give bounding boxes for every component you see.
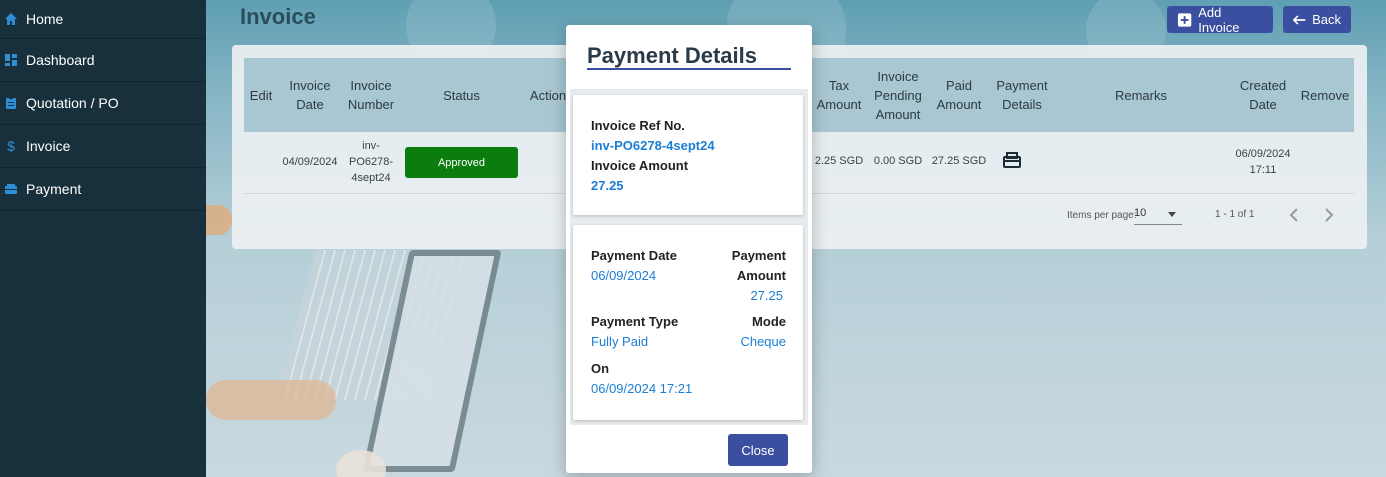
page-range-label: 1 - 1 of 1 [1215,209,1255,220]
payment-type-value: Fully Paid [591,334,649,349]
payment-info-panel: Payment Date 06/09/2024 Payment Amount 2… [573,225,803,420]
sidebar-item-payment[interactable]: Payment [0,168,206,211]
cell-paid-amount: 27.25 SGD [931,155,987,167]
column-header-tax-amount[interactable]: Tax Amount [812,58,866,132]
arrow-left-icon [1293,14,1306,25]
column-header-status[interactable]: Status [405,58,518,132]
dashboard-icon [4,53,18,67]
previous-page-button[interactable] [1284,205,1304,225]
column-header-edit: Edit [249,87,273,103]
payment-icon [4,182,18,196]
invoice-amount-label: Invoice Amount [591,158,689,173]
items-per-page-value: 10 [1134,207,1147,219]
back-label: Back [1312,12,1341,27]
sidebar-item-label: Payment [26,181,82,197]
payment-amount-label-line2: Amount [736,268,786,283]
payment-date-label: Payment Date [591,248,677,263]
cell-invoice-number: inv- PO6278- 4sept24 [348,140,394,184]
dollar-icon: $ [7,138,15,154]
invoice-amount-value: 27.25 [591,178,624,193]
column-header-action: Action [529,87,567,103]
mode-value: Cheque [740,334,786,349]
dialog-title: Payment Details [587,43,757,68]
mode-label: Mode [752,314,786,329]
cell-created-date: 06/09/2024 17:11 [1235,148,1291,176]
cell-invoice-date: 04/09/2024 [282,156,338,168]
payment-amount-label: Payment [731,248,786,263]
sidebar-item-invoice[interactable]: $ Invoice [0,125,206,168]
status-badge: Approved [405,147,518,178]
next-page-button[interactable] [1319,205,1339,225]
invoice-ref-label: Invoice Ref No. [591,118,685,133]
column-header-pending-amount[interactable]: Invoice Pending Amount [870,58,926,132]
hand-illustration [206,380,336,420]
sidebar-item-label: Dashboard [26,52,95,68]
column-header-remove: Remove [1300,87,1350,103]
close-button[interactable]: Close [728,434,788,466]
sidebar-item-label: Invoice [26,138,71,154]
add-invoice-label: Add Invoice [1198,4,1240,35]
chevron-right-icon [1325,208,1334,222]
column-header-paid-amount[interactable]: Paid Amount [930,58,988,132]
add-box-icon [1177,12,1192,27]
clipboard-icon [4,96,18,110]
chevron-down-icon [1168,212,1176,217]
column-header-invoice-number[interactable]: Invoice Number [340,58,402,132]
title-underline [587,68,791,70]
invoice-ref-value: inv-PO6278-4sept24 [591,138,715,153]
on-value: 06/09/2024 17:21 [591,381,693,396]
payment-amount-value: 27.25 [750,288,783,303]
add-invoice-button[interactable]: Add Invoice [1167,4,1273,35]
back-button[interactable]: Back [1283,6,1351,33]
cell-pending-amount: 0.00 SGD [873,155,923,167]
page-title: Invoice [240,4,316,29]
column-header-remarks[interactable]: Remarks [1056,58,1226,132]
chevron-left-icon [1289,208,1298,222]
sidebar-item-quotation[interactable]: Quotation / PO [0,82,206,125]
dialog-body: Invoice Ref No. inv-PO6278-4sept24 Invoi… [570,89,808,425]
home-icon [4,12,18,26]
column-header-invoice-date[interactable]: Invoice Date [282,58,338,132]
invoice-summary-panel: Invoice Ref No. inv-PO6278-4sept24 Invoi… [573,95,803,215]
column-header-payment-details: Payment Details [996,78,1048,112]
on-label: On [591,361,610,376]
payment-details-icon[interactable] [1000,148,1024,172]
sidebar-item-label: Home [26,11,64,27]
decorative-shape [206,205,232,235]
sidebar-item-home[interactable]: Home [0,0,206,39]
payment-type-label: Payment Type [591,314,679,329]
cell-tax-amount: 2.25 SGD [814,155,864,167]
payment-details-dialog: Payment Details Invoice Ref No. inv-PO62… [566,25,812,473]
sidebar-item-dashboard[interactable]: Dashboard [0,39,206,82]
sidebar: Home Dashboard Quotation / PO $ Invoice … [0,0,206,477]
column-header-created-date[interactable]: Created Date [1232,58,1294,132]
items-per-page-label: Items per page: [1067,210,1137,221]
payment-date-value: 06/09/2024 [591,268,657,283]
sidebar-item-label: Quotation / PO [26,95,119,111]
items-per-page-select[interactable]: 10 [1134,207,1182,225]
